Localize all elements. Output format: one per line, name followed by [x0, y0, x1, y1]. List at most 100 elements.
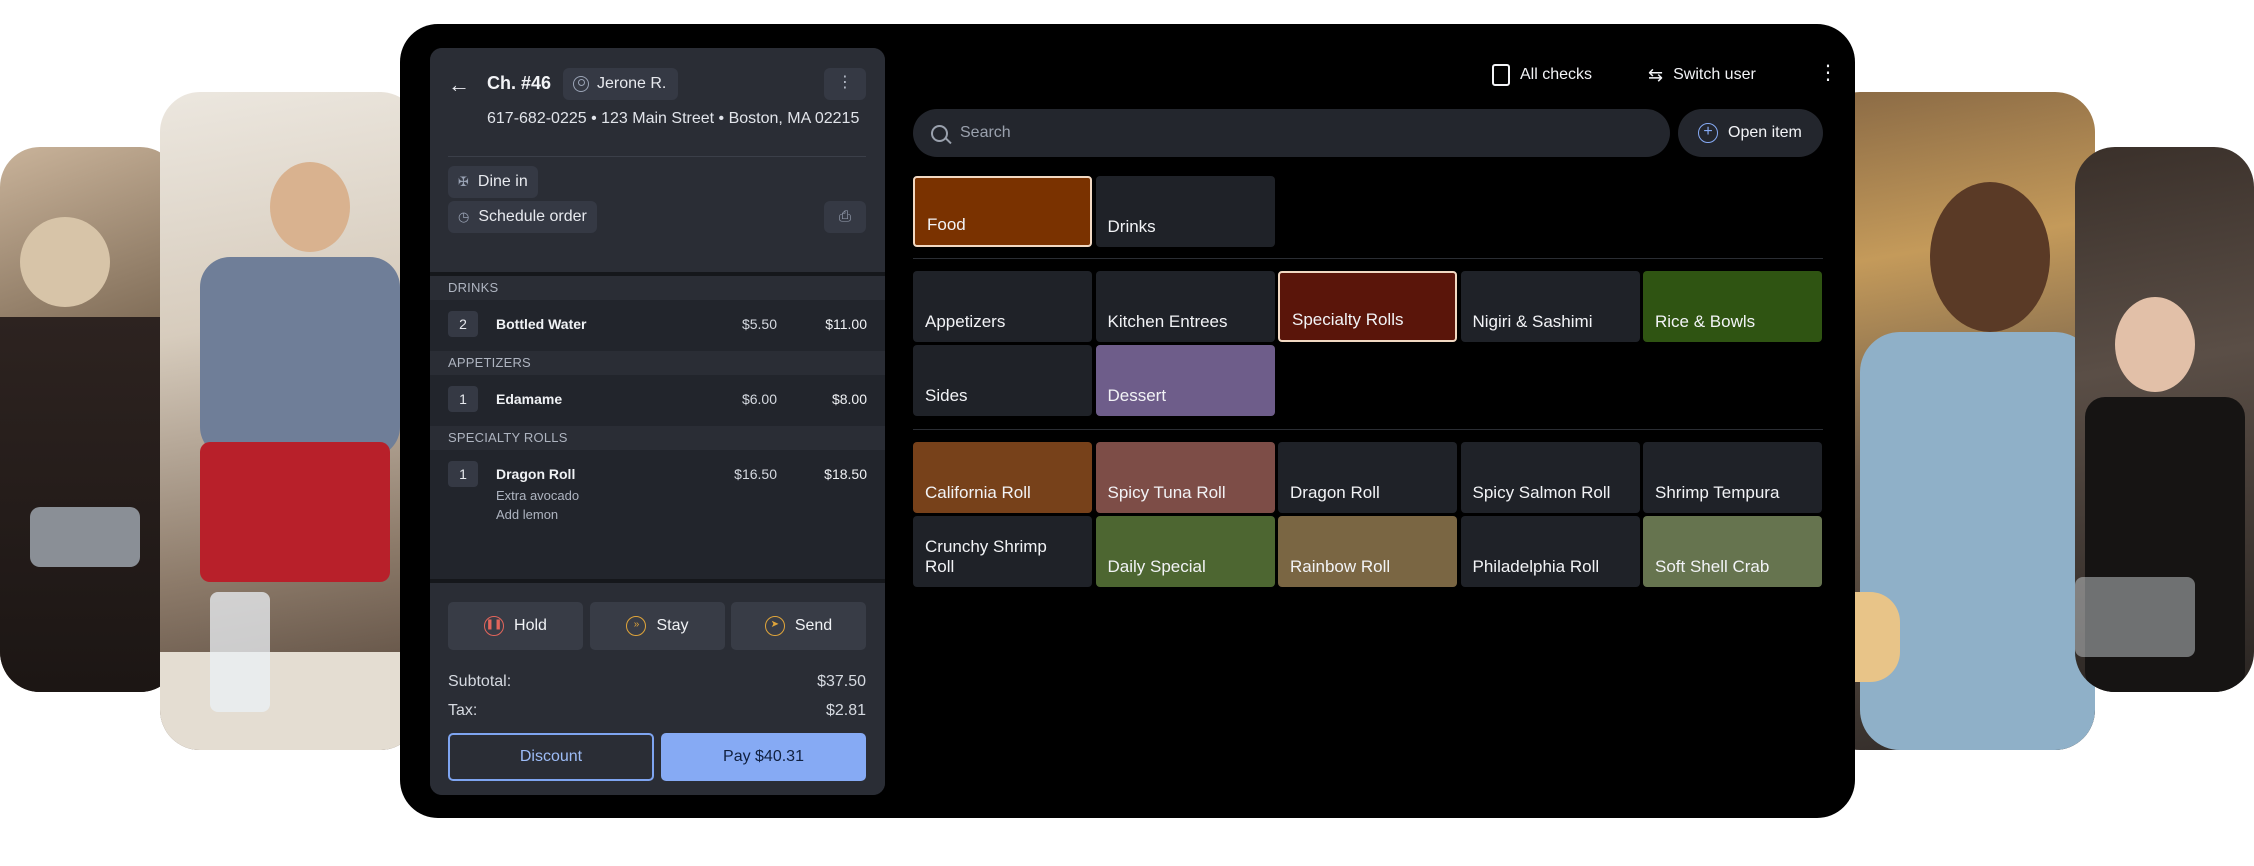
line-item-name: Edamame — [496, 391, 563, 407]
group-tile-drinks[interactable]: Drinks — [1095, 176, 1275, 247]
item-tile-rainbow-roll[interactable]: Rainbow Roll — [1278, 516, 1457, 587]
item-tile-crunchy-shrimp-roll[interactable]: Crunchy Shrimp Roll — [913, 516, 1092, 587]
order-line[interactable]: 1 Edamame $6.00 $8.00 — [430, 375, 885, 423]
search-icon — [931, 124, 948, 142]
search-placeholder: Search — [960, 124, 1011, 141]
category-tile-specialty-rolls[interactable]: Specialty Rolls — [1278, 271, 1457, 342]
pos-tablet: ← Ch. #46 Jerone R. ⋮ 617-682-0225 • 123… — [400, 24, 1855, 818]
server-name: Jerone R. — [597, 75, 667, 92]
tax-row: Tax: $2.81 — [448, 702, 866, 720]
category-tile-appetizers[interactable]: Appetizers — [913, 271, 1092, 342]
dine-in-button[interactable]: ✠ Dine in — [448, 166, 538, 198]
item-tile-daily-special[interactable]: Daily Special — [1095, 516, 1275, 587]
item-tile-spicy-tuna-roll[interactable]: Spicy Tuna Roll — [1095, 442, 1275, 513]
hold-button[interactable]: ❚❚ Hold — [448, 602, 583, 650]
background-photo-barista — [0, 147, 180, 692]
marketing-stage: ← Ch. #46 Jerone R. ⋮ 617-682-0225 • 123… — [0, 0, 2254, 866]
switch-user-label: Switch user — [1673, 66, 1756, 83]
category-tile-label: Nigiri & Sashimi — [1472, 312, 1593, 331]
item-tile-label: Dragon Roll — [1290, 483, 1380, 502]
group-tile-label: Food — [927, 215, 966, 234]
divider — [448, 156, 866, 157]
utensils-icon: ✠ — [458, 174, 469, 189]
group-tile-food[interactable]: Food — [913, 176, 1092, 247]
section-header-appetizers: APPETIZERS — [430, 351, 885, 375]
item-tile-dragon-roll[interactable]: Dragon Roll — [1278, 442, 1457, 513]
print-button[interactable]: ⎙ — [824, 201, 866, 233]
line-total: $11.00 — [825, 316, 867, 332]
printer-icon: ⎙ — [838, 208, 851, 225]
search-input[interactable]: Search — [913, 109, 1670, 157]
order-panel: ← Ch. #46 Jerone R. ⋮ 617-682-0225 • 123… — [430, 48, 885, 795]
tax-value: $2.81 — [825, 702, 866, 719]
line-qty: 1 — [448, 386, 478, 412]
server-chip[interactable]: Jerone R. — [563, 68, 679, 100]
category-tile-label: Appetizers — [925, 312, 1006, 331]
pay-button[interactable]: Pay $40.31 — [661, 733, 866, 781]
send-button[interactable]: ➤ Send — [731, 602, 866, 650]
order-header: ← Ch. #46 Jerone R. ⋮ 617-682-0225 • 123… — [430, 48, 885, 272]
open-item-button[interactable]: + Open item — [1678, 109, 1823, 157]
line-unit-price: $6.00 — [741, 391, 777, 407]
item-tile-label: Philadelphia Roll — [1472, 557, 1600, 576]
check-number: Ch. #46 — [487, 73, 552, 93]
checks-icon — [1492, 64, 1510, 86]
item-tile-soft-shell-crab[interactable]: Soft Shell Crab — [1643, 516, 1822, 587]
line-qty: 1 — [448, 461, 478, 487]
category-tile-sides[interactable]: Sides — [913, 345, 1092, 416]
pause-icon: ❚❚ — [484, 616, 505, 636]
line-modifier: Extra avocado — [496, 488, 580, 503]
item-tile-label: Rainbow Roll — [1290, 557, 1391, 576]
tax-label: Tax: — [448, 702, 478, 719]
stay-button[interactable]: » Stay — [590, 602, 725, 650]
background-photo-chef — [1820, 92, 2095, 750]
more-vertical-icon[interactable]: ⋮ — [1818, 60, 1838, 85]
item-tile-philadelphia-roll[interactable]: Philadelphia Roll — [1460, 516, 1640, 587]
stay-label: Stay — [656, 617, 689, 634]
hold-label: Hold — [514, 617, 547, 634]
order-line[interactable]: 1 Dragon Roll $16.50 $18.50 Extra avocad… — [430, 450, 885, 530]
group-tile-label: Drinks — [1107, 217, 1156, 236]
item-tile-california-roll[interactable]: California Roll — [913, 442, 1092, 513]
divider — [913, 258, 1823, 259]
line-item-name: Bottled Water — [496, 316, 587, 332]
item-tile-label: Spicy Salmon Roll — [1472, 483, 1611, 502]
order-more-button[interactable]: ⋮ — [824, 68, 866, 100]
item-tile-label: Shrimp Tempura — [1655, 483, 1780, 502]
item-tile-label: Spicy Tuna Roll — [1107, 483, 1226, 502]
section-header-drinks: DRINKS — [430, 276, 885, 300]
item-tile-label: Soft Shell Crab — [1655, 557, 1770, 576]
schedule-order-button[interactable]: ◷ Schedule order — [448, 201, 597, 233]
schedule-label: Schedule order — [478, 208, 587, 225]
category-tile-label: Dessert — [1107, 386, 1167, 405]
category-tile-label: Kitchen Entrees — [1107, 312, 1228, 331]
more-vertical-icon: ⋮ — [837, 74, 853, 91]
all-checks-button[interactable]: All checks — [1492, 58, 1592, 92]
item-tile-spicy-salmon-roll[interactable]: Spicy Salmon Roll — [1460, 442, 1640, 513]
order-line[interactable]: 2 Bottled Water $5.50 $11.00 — [430, 300, 885, 348]
category-tile-label: Sides — [925, 386, 968, 405]
subtotal-value: $37.50 — [817, 673, 866, 690]
line-total: $18.50 — [824, 466, 867, 482]
category-tile-kitchen-entrees[interactable]: Kitchen Entrees — [1095, 271, 1275, 342]
dine-in-label: Dine in — [477, 173, 528, 190]
category-tile-rice-bowls[interactable]: Rice & Bowls — [1643, 271, 1822, 342]
discount-button[interactable]: Discount — [448, 733, 654, 781]
item-tile-shrimp-tempura[interactable]: Shrimp Tempura — [1643, 442, 1822, 513]
arrow-left-icon[interactable]: ← — [448, 72, 474, 98]
all-checks-label: All checks — [1520, 66, 1593, 83]
open-item-label: Open item — [1728, 124, 1802, 141]
send-label: Send — [794, 617, 833, 634]
line-modifier: Add lemon — [496, 507, 559, 522]
user-icon — [573, 76, 589, 92]
fast-forward-icon: » — [626, 616, 647, 636]
customer-address: 617-682-0225 • 123 Main Street • Boston,… — [487, 110, 860, 127]
switch-user-button[interactable]: ⇆ Switch user — [1648, 58, 1756, 92]
send-icon: ➤ — [764, 616, 785, 636]
line-total: $8.00 — [831, 391, 867, 407]
divider — [913, 429, 1823, 430]
background-photo-server — [160, 92, 420, 750]
category-tile-dessert[interactable]: Dessert — [1095, 345, 1275, 416]
category-tile-nigiri-sashimi[interactable]: Nigiri & Sashimi — [1460, 271, 1640, 342]
line-item-name: Dragon Roll — [496, 466, 576, 482]
